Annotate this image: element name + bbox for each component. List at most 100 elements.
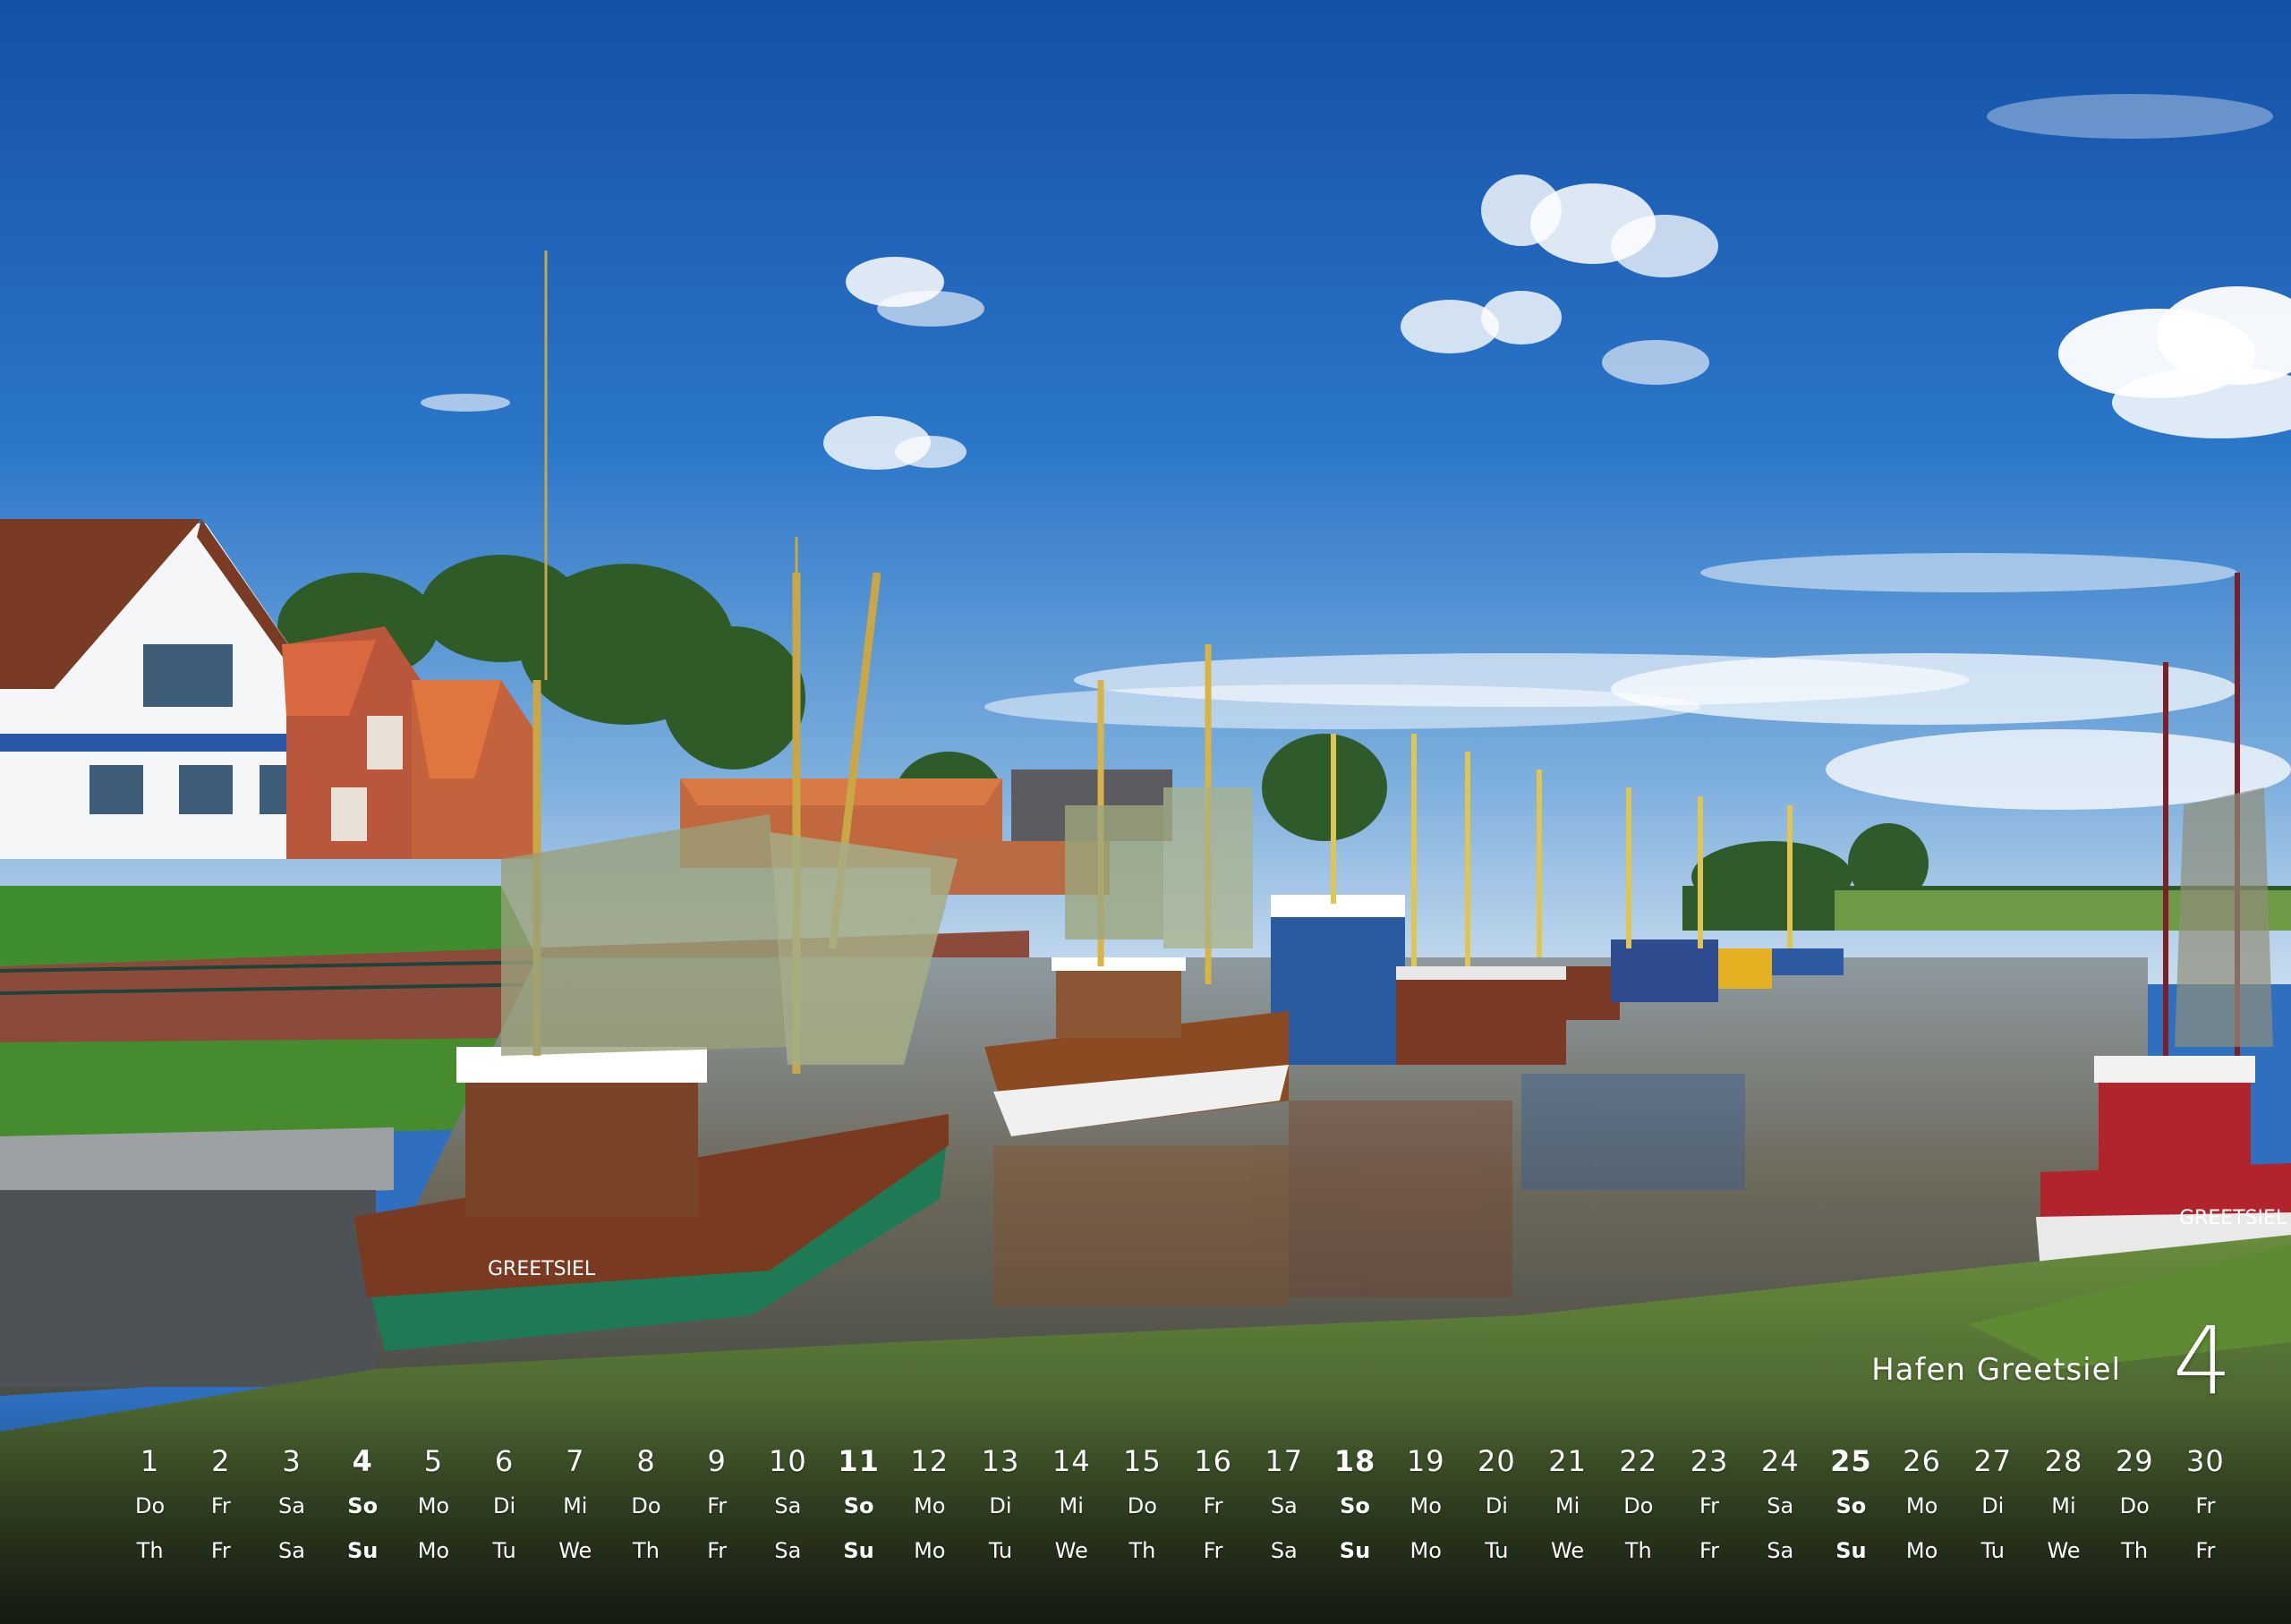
day-number: 25 — [1830, 1444, 1872, 1478]
weekday-german: So — [347, 1493, 379, 1518]
day-number: 2 — [211, 1444, 231, 1478]
calendar-day: 12 Mo Mo — [894, 1439, 965, 1591]
weekday-english: Mo — [1410, 1538, 1442, 1563]
calendar-day: 16 Fr Fr — [1178, 1439, 1248, 1591]
day-number: 1 — [140, 1444, 160, 1478]
calendar-day: 3 Sa Sa — [256, 1439, 327, 1591]
weekday-english: Su — [1339, 1538, 1371, 1563]
day-number: 9 — [707, 1444, 727, 1478]
photo-caption: Hafen Greetsiel 4 — [1852, 1314, 2246, 1418]
weekday-german: Do — [1623, 1493, 1654, 1518]
weekday-german: Di — [1485, 1493, 1508, 1518]
weekday-english: Fr — [707, 1538, 728, 1563]
boat-name-right: GREETSIEL — [2179, 1207, 2287, 1229]
calendar-day: 5 Mo Mo — [398, 1439, 469, 1591]
weekday-english: Fr — [1699, 1538, 1719, 1563]
calendar-day: 1 Do Th — [115, 1439, 185, 1591]
weekday-english: Mo — [1905, 1538, 1938, 1563]
weekday-german: Mo — [914, 1493, 946, 1518]
calendar-day: 4 So Su — [328, 1439, 398, 1591]
weekday-german: Sa — [278, 1493, 305, 1518]
calendar-strip: 1 Do Th 2 Fr Fr 3 Sa Sa 4 So Su 5 Mo Mo 6 Di Tu 7 Mi We 8 Do Th… — [115, 1439, 2241, 1591]
weekday-english: Th — [136, 1538, 164, 1563]
weekday-english: We — [558, 1538, 592, 1563]
weekday-german: Mi — [2051, 1493, 2076, 1518]
weekday-english: Sa — [1767, 1538, 1794, 1563]
weekday-german: Mo — [1410, 1493, 1442, 1518]
weekday-german: Mo — [417, 1493, 450, 1518]
calendar-day: 24 Sa Sa — [1745, 1439, 1816, 1591]
calendar-day: 18 So Su — [1319, 1439, 1390, 1591]
calendar-day: 28 Mi We — [2028, 1439, 2099, 1591]
weekday-german: Fr — [707, 1493, 728, 1518]
day-number: 27 — [1973, 1444, 2013, 1478]
weekday-english: Tu — [1980, 1538, 2005, 1563]
weekday-german: So — [1835, 1493, 1867, 1518]
calendar-day: 2 Fr Fr — [185, 1439, 256, 1591]
day-number: 5 — [423, 1444, 444, 1478]
weekday-german: Mi — [1059, 1493, 1084, 1518]
day-number: 3 — [282, 1444, 302, 1478]
weekday-english: We — [1054, 1538, 1088, 1563]
day-number: 12 — [910, 1444, 950, 1478]
weekday-german: Di — [493, 1493, 516, 1518]
weekday-german: Sa — [1767, 1493, 1794, 1518]
day-number: 24 — [1760, 1444, 1800, 1478]
day-number: 11 — [838, 1444, 880, 1478]
day-number: 10 — [769, 1444, 807, 1478]
weekday-english: Fr — [210, 1538, 231, 1563]
calendar-day: 11 So Su — [823, 1439, 894, 1591]
day-number: 29 — [2115, 1444, 2154, 1478]
calendar-day: 30 Fr Fr — [2170, 1439, 2241, 1591]
day-number: 8 — [636, 1444, 656, 1478]
weekday-german: Do — [2119, 1493, 2150, 1518]
weekday-english: Sa — [774, 1538, 802, 1563]
house-brick-2 — [412, 680, 537, 859]
weekday-english: Tu — [988, 1538, 1013, 1563]
calendar-day: 8 Do Th — [610, 1439, 681, 1591]
calendar-day: 19 Mo Mo — [1391, 1439, 1461, 1591]
calendar-day: 7 Mi We — [540, 1439, 610, 1591]
day-number: 30 — [2186, 1444, 2225, 1478]
weekday-german: Fr — [1203, 1493, 1223, 1518]
day-number: 7 — [566, 1444, 585, 1478]
calendar-day: 9 Fr Fr — [682, 1439, 753, 1591]
weekday-english: Su — [347, 1538, 379, 1563]
calendar-day: 17 Sa Sa — [1248, 1439, 1319, 1591]
weekday-german: Do — [135, 1493, 166, 1518]
weekday-english: Mo — [914, 1538, 946, 1563]
weekday-german: Fr — [210, 1493, 231, 1518]
weekday-german: Do — [631, 1493, 661, 1518]
weekday-german: Sa — [1270, 1493, 1298, 1518]
calendar-day: 22 Do Th — [1603, 1439, 1674, 1591]
calendar-day: 14 Mi We — [1036, 1439, 1107, 1591]
weekday-german: Mi — [1554, 1493, 1580, 1518]
day-number: 28 — [2044, 1444, 2083, 1478]
day-number: 23 — [1690, 1444, 1729, 1478]
quay-wall — [0, 1190, 376, 1387]
weekday-english: Th — [2121, 1538, 2149, 1563]
calendar-day: 13 Di Tu — [965, 1439, 1035, 1591]
day-number: 21 — [1548, 1444, 1587, 1478]
weekday-english: Fr — [1203, 1538, 1223, 1563]
month-number: 4 — [2172, 1306, 2232, 1416]
calendar-day: 27 Di Tu — [1957, 1439, 2028, 1591]
caption-title: Hafen Greetsiel — [1871, 1352, 2121, 1388]
day-number: 14 — [1052, 1444, 1091, 1478]
weekday-english: Su — [843, 1538, 874, 1563]
calendar-day: 20 Di Tu — [1461, 1439, 1532, 1591]
calendar-day: 10 Sa Sa — [753, 1439, 823, 1591]
calendar-day: 15 Do Th — [1107, 1439, 1178, 1591]
calendar-day: 21 Mi We — [1532, 1439, 1603, 1591]
weekday-german: Do — [1127, 1493, 1157, 1518]
day-number: 6 — [494, 1444, 515, 1478]
weekday-english: Sa — [1270, 1538, 1298, 1563]
weekday-german: Di — [1981, 1493, 2005, 1518]
day-number: 20 — [1478, 1444, 1516, 1478]
weekday-english: Th — [1128, 1538, 1156, 1563]
weekday-german: Fr — [2195, 1493, 2216, 1518]
weekday-german: Fr — [1699, 1493, 1719, 1518]
boat-name-left: GREETSIEL — [488, 1258, 596, 1280]
weekday-english: We — [2047, 1538, 2081, 1563]
day-number: 17 — [1265, 1444, 1304, 1478]
